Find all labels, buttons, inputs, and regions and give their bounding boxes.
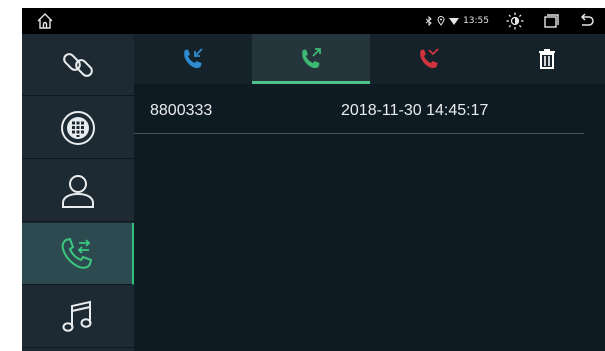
home-icon[interactable]	[36, 12, 54, 30]
sidebar-item-dialpad[interactable]	[22, 97, 134, 159]
outgoing-call-icon	[302, 48, 321, 69]
wifi-icon	[449, 18, 460, 25]
bluetooth-icon	[425, 16, 432, 26]
sidebar-item-call-history[interactable]	[22, 223, 134, 285]
location-icon	[437, 16, 445, 26]
contact-icon	[62, 174, 94, 208]
recent-apps-icon[interactable]	[541, 11, 561, 31]
call-datetime: 2018-11-30 14:45:17	[341, 102, 489, 119]
call-log-tabs	[134, 34, 605, 84]
car-phone-screen: 13:55 8800333 2018-11-30 14:45:17	[22, 8, 605, 351]
tab-missed[interactable]	[370, 34, 488, 84]
sidebar-item-link[interactable]	[22, 34, 134, 96]
link-icon	[63, 52, 93, 77]
status-bar: 13:55	[22, 8, 605, 34]
sidebar	[22, 34, 134, 351]
tab-outgoing[interactable]	[252, 34, 370, 84]
dialpad-icon	[61, 110, 95, 145]
brightness-icon[interactable]	[505, 11, 525, 31]
status-time: 13:55	[463, 16, 489, 26]
call-log-row[interactable]: 8800333 2018-11-30 14:45:17	[134, 86, 584, 134]
missed-call-icon	[420, 48, 439, 69]
status-indicators: 13:55	[425, 16, 489, 26]
incoming-call-icon	[184, 48, 203, 69]
call-log-panel: 8800333 2018-11-30 14:45:17	[134, 34, 605, 351]
delete-button[interactable]	[488, 34, 605, 84]
call-transfer-icon	[61, 237, 93, 269]
call-number: 8800333	[150, 102, 213, 119]
trash-icon	[539, 49, 555, 69]
sidebar-item-contacts[interactable]	[22, 160, 134, 222]
tab-incoming[interactable]	[134, 34, 252, 84]
back-icon[interactable]	[577, 11, 597, 31]
music-icon	[62, 300, 92, 332]
sidebar-item-music[interactable]	[22, 286, 134, 348]
